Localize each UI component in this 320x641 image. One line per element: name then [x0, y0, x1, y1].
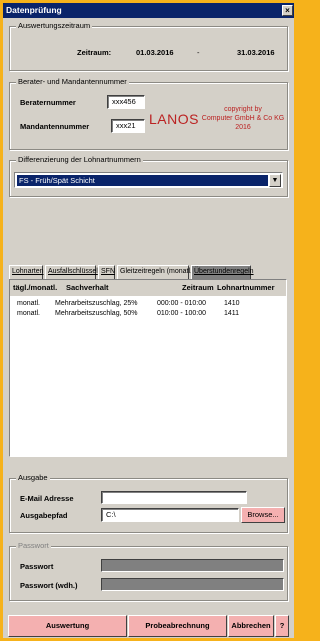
cell-lohnart: 1410: [224, 300, 240, 307]
passwort-label: Passwort: [20, 562, 54, 571]
auswertungszeitraum-legend: Auswertungszeitraum: [16, 21, 93, 31]
tab-gleitzeitregeln[interactable]: Gleitzeitregeln (monatl.): [117, 265, 194, 279]
ausgabepfad-input[interactable]: C:\: [101, 508, 239, 522]
ueberstundenregeln-table: tägl./monatl. Sachverhalt Zeitraum Lohna…: [9, 279, 287, 457]
title-bar: Datenprüfung ×: [3, 3, 294, 18]
beraternummer-label: Beraternummer: [20, 98, 76, 107]
column-header[interactable]: Lohnartnummer: [217, 280, 275, 296]
passwort-group: Passwort Passwort Passwort (wdh.): [9, 541, 288, 601]
cell-zeitraum: 000:00 - 010:00: [157, 300, 207, 307]
passwort-input[interactable]: [101, 559, 284, 572]
tab-sfn[interactable]: SFN: [98, 265, 115, 279]
copyright-line1: copyright by: [224, 106, 262, 113]
selected-option: FS - Früh/Spät Schicht: [17, 175, 268, 186]
cell-sachverhalt: Mehrarbeitszuschlag, 50%: [55, 310, 138, 317]
copyright-year: 2016: [235, 124, 251, 131]
email-label: E-Mail Adresse: [20, 494, 74, 503]
lanos-logo: LANOS: [149, 111, 199, 127]
cell-typ: monatl.: [17, 310, 40, 317]
zeitraum-to: 31.03.2016: [237, 48, 275, 57]
zeitraum-label: Zeitraum:: [77, 48, 112, 57]
mandantennummer-label: Mandantennummer: [20, 122, 90, 131]
cell-zeitraum: 010:00 - 100:00: [157, 310, 207, 317]
mandantennummer-input[interactable]: xxx21: [111, 119, 145, 133]
column-header[interactable]: Sachverhalt: [66, 280, 109, 296]
auswertung-button[interactable]: Auswertung: [8, 615, 127, 637]
copyright-notice: copyright by Computer GmbH & Co KG 2016: [199, 105, 287, 132]
action-bar: Auswertung Probeabrechnung Abbrechen ?: [3, 611, 294, 638]
cell-lohnart: 1411: [224, 310, 240, 317]
browse-button[interactable]: Browse...: [241, 507, 285, 523]
tab-ausfallschluessel[interactable]: Ausfallschlüssel: [45, 265, 98, 279]
column-header[interactable]: Zeitraum: [182, 280, 214, 296]
copyright-line2: Computer GmbH & Co KG: [201, 115, 285, 122]
probeabrechnung-button[interactable]: Probeabrechnung: [128, 615, 227, 637]
ausgabe-group: Ausgabe E-Mail Adresse Ausgabepfad C:\ B…: [9, 473, 288, 533]
ausgabe-legend: Ausgabe: [16, 473, 50, 483]
close-icon[interactable]: ×: [282, 5, 293, 16]
abbrechen-button[interactable]: Abbrechen: [228, 615, 274, 637]
berater-mandant-legend: Berater- und Mandantennummer: [16, 77, 129, 87]
window-title: Datenprüfung: [6, 5, 62, 15]
cell-sachverhalt: Mehrarbeitszuschlag, 25%: [55, 300, 138, 307]
differenzierung-group: Differenzierung der Lohnartnummern FS - …: [9, 155, 288, 197]
passwort-legend: Passwort: [16, 541, 51, 551]
beraternummer-input[interactable]: xxx456: [107, 95, 145, 109]
table-header: tägl./monatl. Sachverhalt Zeitraum Lohna…: [10, 280, 286, 296]
zeitraum-from: 01.03.2016: [136, 48, 174, 57]
ausgabepfad-label: Ausgabepfad: [20, 511, 68, 520]
help-button[interactable]: ?: [275, 615, 289, 637]
tab-lohnarten[interactable]: Lohnarten: [9, 265, 44, 279]
auswertungszeitraum-group: Auswertungszeitraum Zeitraum: 01.03.2016…: [9, 21, 288, 71]
table-row[interactable]: monatl. Mehrarbeitszuschlag, 25% 000:00 …: [10, 299, 286, 308]
email-input[interactable]: [101, 491, 247, 504]
chevron-down-icon[interactable]: ▼: [269, 174, 281, 187]
column-header[interactable]: tägl./monatl.: [13, 280, 57, 296]
lohnart-differenzierung-select[interactable]: FS - Früh/Spät Schicht ▼: [14, 172, 283, 188]
differenzierung-legend: Differenzierung der Lohnartnummern: [16, 155, 143, 165]
dialog-window: Datenprüfung × Auswertungszeitraum Zeitr…: [3, 3, 294, 638]
tab-ueberstundenregeln[interactable]: Überstundenregeln: [191, 265, 254, 279]
table-row[interactable]: monatl. Mehrarbeitszuschlag, 50% 010:00 …: [10, 309, 286, 318]
passwort-wdh-label: Passwort (wdh.): [20, 581, 78, 590]
zeitraum-separator: -: [197, 48, 200, 57]
cell-typ: monatl.: [17, 300, 40, 307]
passwort-wdh-input[interactable]: [101, 578, 284, 591]
